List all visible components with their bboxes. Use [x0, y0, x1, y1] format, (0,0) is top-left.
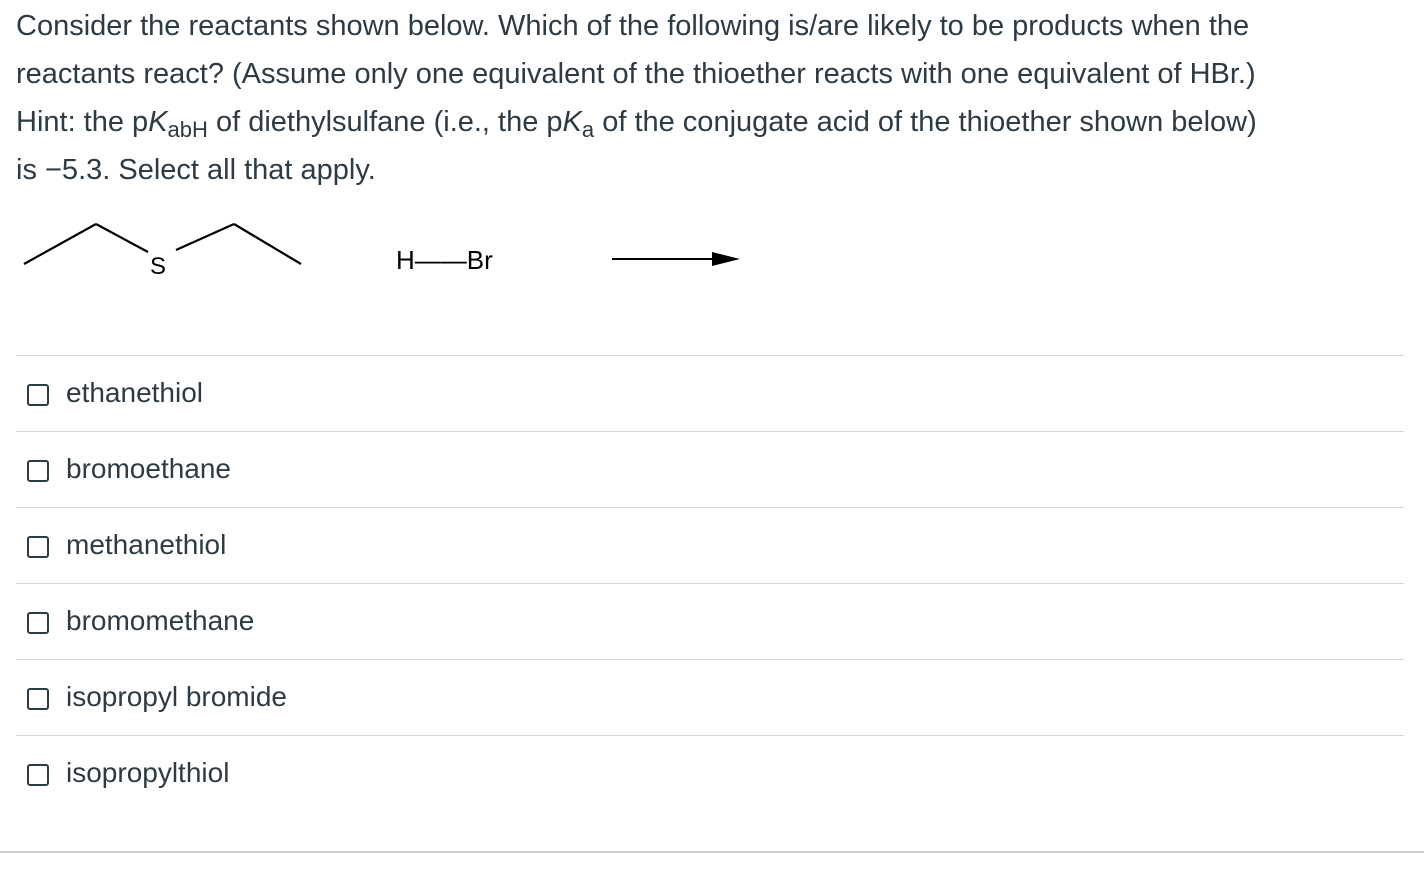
checkbox[interactable] — [27, 764, 49, 786]
question-line-2: reactants react? (Assume only one equiva… — [16, 58, 1256, 90]
k-symbol: K — [148, 106, 168, 138]
answer-option-isopropylthiol[interactable]: isopropylthiol — [16, 735, 1404, 811]
answer-option-ethanethiol[interactable]: ethanethiol — [16, 355, 1404, 431]
checkbox[interactable] — [27, 384, 49, 406]
answer-option-bromomethane[interactable]: bromomethane — [16, 583, 1404, 659]
answer-label: methanethiol — [66, 529, 227, 560]
k-symbol-2: K — [562, 106, 582, 138]
sulfur-atom-label: S — [150, 253, 166, 280]
answer-label: isopropylthiol — [66, 757, 230, 788]
hint-end: of the conjugate acid of the thioether s… — [594, 106, 1257, 138]
question-text: Consider the reactants shown below. Whic… — [16, 2, 1408, 194]
hint-middle: of diethylsulfane (i.e., the p — [207, 106, 563, 138]
answer-label: bromomethane — [66, 605, 255, 636]
answer-label: bromoethane — [66, 453, 232, 484]
checkbox[interactable] — [27, 536, 49, 558]
answer-option-methanethiol[interactable]: methanethiol — [16, 507, 1404, 583]
question-hint: Hint: the pKabH of diethylsulfane (i.e.,… — [16, 98, 1408, 146]
abh-subscript: abH — [167, 117, 208, 142]
bond-2 — [95, 223, 149, 253]
question-line-1: Consider the reactants shown below. Whic… — [16, 10, 1250, 42]
answer-list: ethanethiol bromoethane methanethiol bro… — [16, 355, 1404, 811]
bond-4 — [233, 223, 302, 265]
hint-prefix: Hint: the p — [16, 106, 149, 138]
bond-1 — [23, 223, 97, 265]
reaction-arrow-icon — [612, 252, 740, 266]
answer-label: ethanethiol — [66, 377, 204, 408]
a-subscript: a — [581, 117, 595, 142]
question-line-4: is −5.3. Select all that apply. — [16, 154, 376, 186]
reaction-diagram: S H——Br — [23, 222, 740, 280]
footer-divider — [0, 851, 1424, 853]
hbr-reagent-label: H——Br — [396, 245, 493, 275]
answer-label: isopropyl bromide — [66, 681, 287, 712]
checkbox[interactable] — [27, 612, 49, 634]
checkbox[interactable] — [27, 688, 49, 710]
reaction-scheme: S H——Br — [16, 212, 776, 292]
checkbox[interactable] — [27, 460, 49, 482]
answer-option-isopropyl-bromide[interactable]: isopropyl bromide — [16, 659, 1404, 735]
bond-3 — [175, 222, 235, 252]
answer-option-bromoethane[interactable]: bromoethane — [16, 431, 1404, 507]
diethylsulfane-structure: S — [23, 222, 302, 280]
